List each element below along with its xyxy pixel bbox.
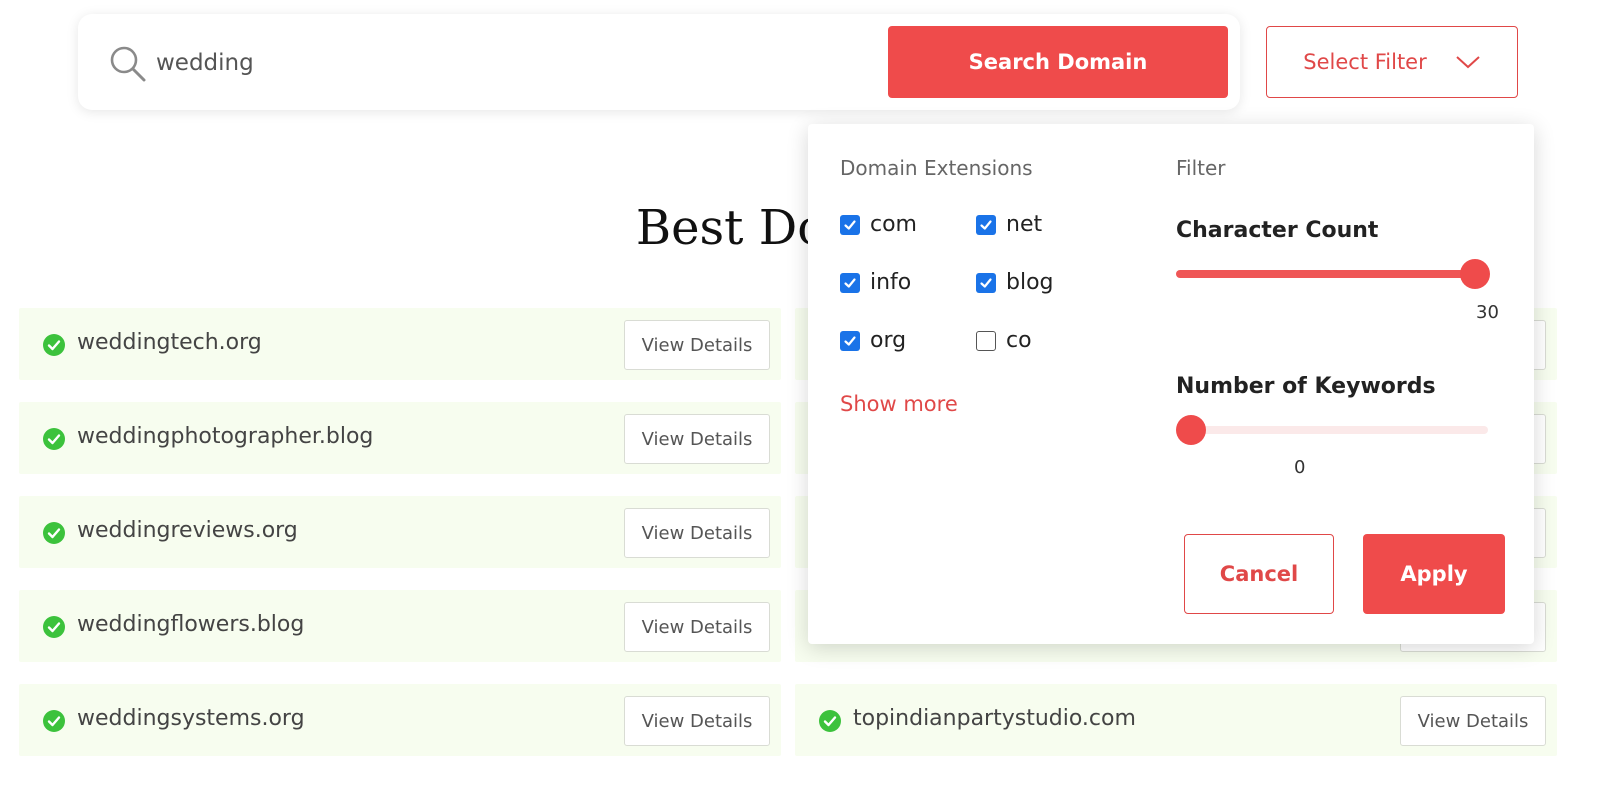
character-count-track[interactable] xyxy=(1176,270,1476,278)
chevron-down-icon xyxy=(1456,56,1480,69)
domain-name: weddingphotographer.blog xyxy=(77,424,374,449)
available-check-icon xyxy=(43,710,65,732)
available-check-icon xyxy=(819,710,841,732)
extension-label: co xyxy=(1006,328,1032,353)
result-row: weddingtech.org View Details xyxy=(19,308,781,380)
result-row: weddingsystems.org View Details xyxy=(19,684,781,756)
keywords-slider-handle[interactable] xyxy=(1176,415,1206,445)
extension-checkbox-net[interactable]: net xyxy=(976,212,1042,237)
result-row: weddingphotographer.blog View Details xyxy=(19,402,781,474)
checkbox-checked-icon[interactable] xyxy=(840,330,860,351)
extension-label: info xyxy=(870,270,912,295)
checkbox-checked-icon[interactable] xyxy=(976,272,996,293)
view-details-button[interactable]: View Details xyxy=(624,508,770,558)
filter-dropdown-panel: Domain Extensions Filter com net info blog o… xyxy=(808,124,1534,644)
extension-label: org xyxy=(870,328,907,353)
extension-checkbox-blog[interactable]: blog xyxy=(976,270,1054,295)
checkbox-checked-icon[interactable] xyxy=(840,214,860,235)
select-filter-label: Select Filter xyxy=(1303,50,1427,74)
checkbox-unchecked-icon[interactable] xyxy=(976,330,996,351)
apply-button[interactable]: Apply xyxy=(1363,534,1505,614)
domain-name: weddingflowers.blog xyxy=(77,612,305,637)
checkbox-checked-icon[interactable] xyxy=(840,272,860,293)
view-details-button[interactable]: View Details xyxy=(624,602,770,652)
search-bar: Search Domain xyxy=(78,14,1240,110)
cancel-button[interactable]: Cancel xyxy=(1184,534,1334,614)
extension-checkbox-info[interactable]: info xyxy=(840,270,911,295)
extension-label: net xyxy=(1006,212,1043,237)
view-details-button[interactable]: View Details xyxy=(624,696,770,746)
available-check-icon xyxy=(43,428,65,450)
extension-label: blog xyxy=(1006,270,1054,295)
view-details-button[interactable]: View Details xyxy=(1400,696,1546,746)
character-count-label: Character Count xyxy=(1176,218,1379,243)
result-row: weddingflowers.blog View Details xyxy=(19,590,781,662)
show-more-link[interactable]: Show more xyxy=(840,392,958,416)
domain-name: topindianpartystudio.com xyxy=(853,706,1136,731)
checkbox-checked-icon[interactable] xyxy=(976,214,996,235)
view-details-button[interactable]: View Details xyxy=(624,414,770,464)
character-count-slider-handle[interactable] xyxy=(1460,259,1490,289)
result-row: topindianpartystudio.com View Details xyxy=(795,684,1557,756)
domain-name: weddingsystems.org xyxy=(77,706,305,731)
number-of-keywords-label: Number of Keywords xyxy=(1176,374,1436,399)
available-check-icon xyxy=(43,522,65,544)
domain-name: weddingtech.org xyxy=(77,330,262,355)
available-check-icon xyxy=(43,616,65,638)
extension-checkbox-org[interactable]: org xyxy=(840,328,906,353)
character-count-value: 30 xyxy=(1476,302,1499,323)
keywords-track[interactable] xyxy=(1176,426,1488,434)
extension-checkbox-com[interactable]: com xyxy=(840,212,917,237)
search-icon xyxy=(110,46,146,82)
filter-heading: Filter xyxy=(1176,156,1226,180)
domain-name: weddingreviews.org xyxy=(77,518,298,543)
search-input[interactable] xyxy=(156,42,856,84)
extension-label: com xyxy=(870,212,917,237)
keywords-value: 0 xyxy=(1294,457,1306,478)
result-row: weddingreviews.org View Details xyxy=(19,496,781,568)
search-domain-button[interactable]: Search Domain xyxy=(888,26,1228,98)
extension-checkbox-co[interactable]: co xyxy=(976,328,1032,353)
view-details-button[interactable]: View Details xyxy=(624,320,770,370)
domain-extensions-heading: Domain Extensions xyxy=(840,156,1033,180)
select-filter-button[interactable]: Select Filter xyxy=(1266,26,1518,98)
available-check-icon xyxy=(43,334,65,356)
